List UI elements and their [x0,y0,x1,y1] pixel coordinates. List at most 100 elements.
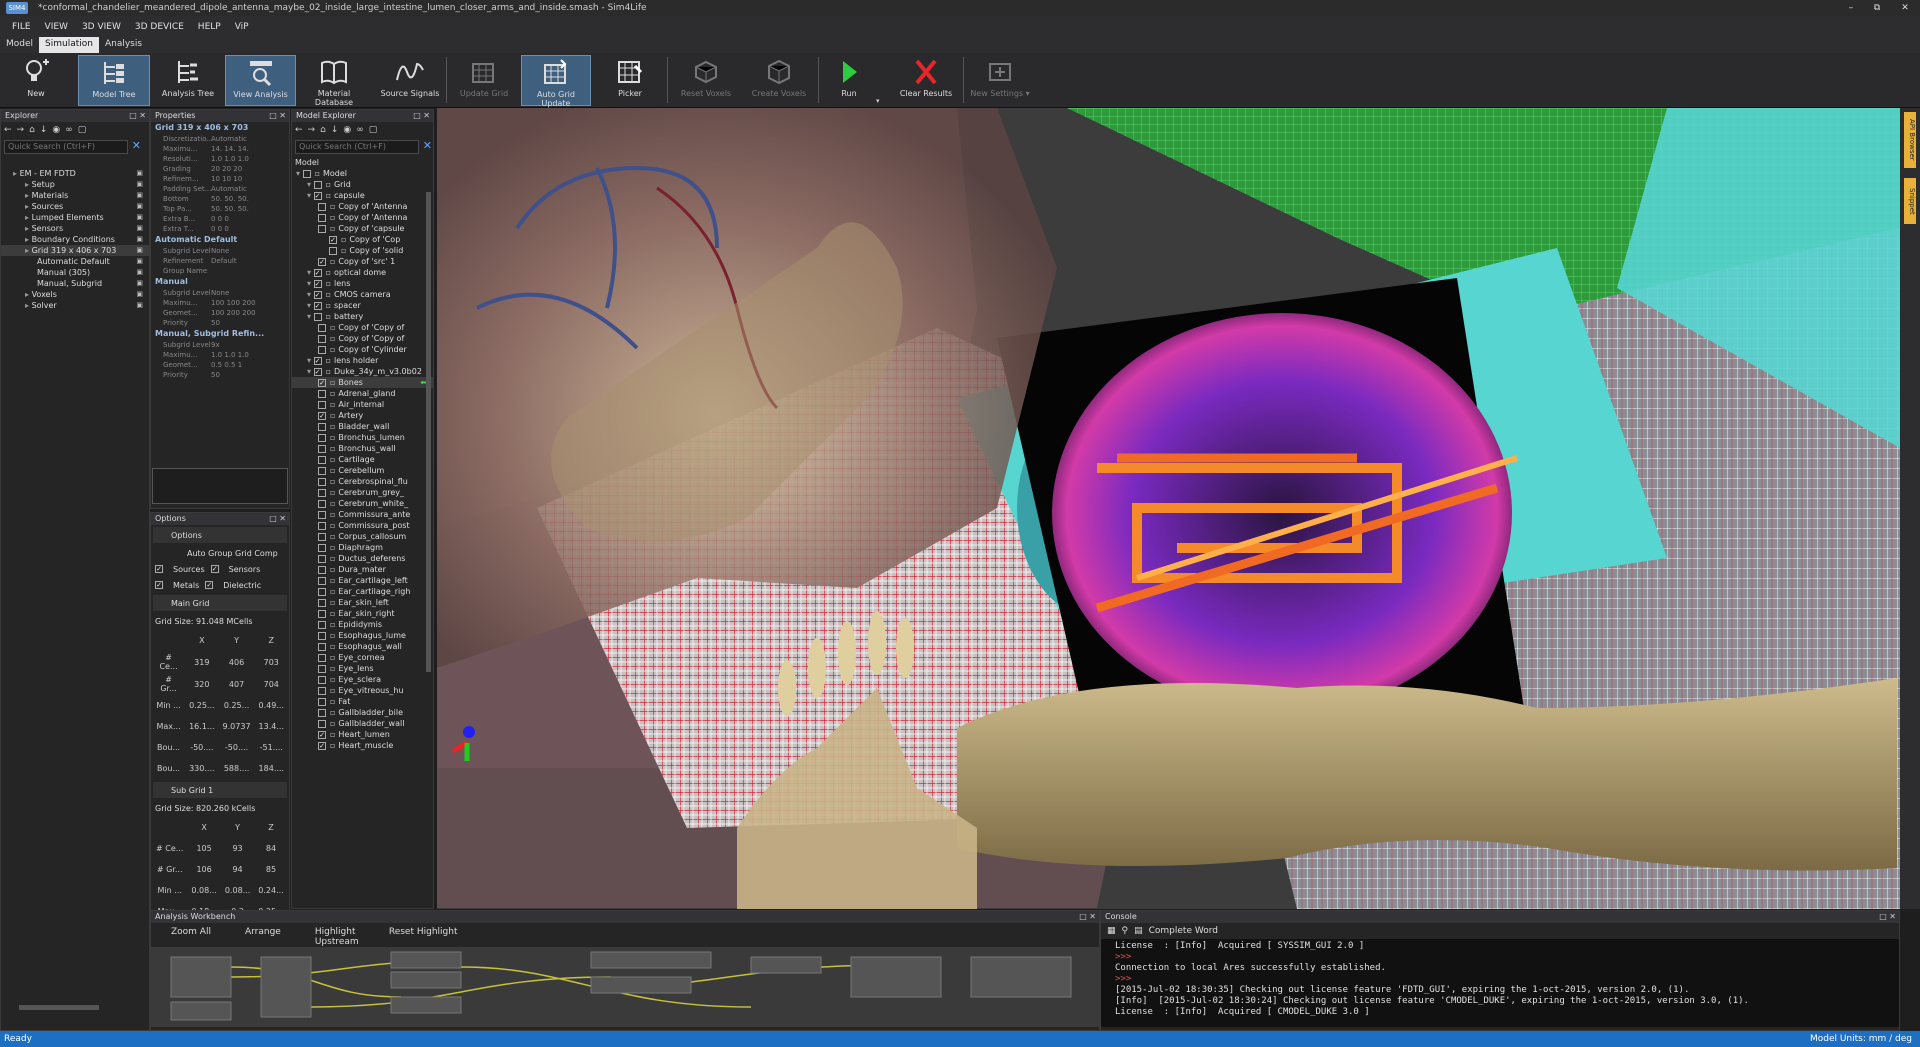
visibility-checkbox[interactable] [318,576,326,585]
update-grid-button[interactable]: Update Grid [454,55,514,106]
visibility-checkbox[interactable]: ✓ [318,411,326,420]
model-tree-item[interactable]: ▫ Copy of 'solid [292,245,433,256]
model-tree-item[interactable]: ✓ ▫ Heart_muscle [292,740,433,751]
eye-icon[interactable]: ◉ [343,125,351,135]
clear-results-button[interactable]: Clear Results [894,55,958,106]
visibility-checkbox[interactable]: ✓ [313,301,322,310]
model-tree-item[interactable]: ▫ Eye_vitreous_hu [292,685,433,696]
model-tree-item[interactable]: ▾ ✓ ▫ Duke_34y_m_v3.0b02 [292,366,433,377]
model-tree-item[interactable]: ✓ ▫ Artery [292,410,433,421]
sub-grid-section[interactable]: Sub Grid 1 [153,782,287,798]
visibility-checkbox[interactable] [318,609,326,618]
menu-3d-device[interactable]: 3D DEVICE [135,22,184,32]
visibility-checkbox[interactable] [318,697,326,706]
run-button[interactable]: Run [826,55,872,106]
model-tree-item[interactable]: ▫ Esophagus_wall [292,641,433,652]
visibility-checkbox[interactable] [318,521,326,530]
menu-file[interactable]: FILE [12,22,31,32]
lock-icon[interactable]: ▣ [136,300,143,311]
visibility-checkbox[interactable] [318,224,326,233]
view-analysis-button[interactable]: View Analysis [225,55,296,106]
visibility-checkbox[interactable] [313,312,322,321]
property-row[interactable]: Extra B... 0 0 0 [151,214,289,224]
visibility-checkbox[interactable] [318,642,326,651]
tab-model[interactable]: Model [0,37,39,53]
lock-icon[interactable]: ▣ [136,201,143,212]
visibility-checkbox[interactable] [318,565,326,574]
zoom-all-button[interactable]: Zoom All [171,927,211,943]
visibility-checkbox[interactable] [302,169,311,178]
close-icon[interactable]: □ ✕ [413,110,430,122]
model-tree-item[interactable]: ▫ Cerebrospinal_flu [292,476,433,487]
model-tree-item[interactable]: ▫ Cerebrum_grey_ [292,487,433,498]
menu-vip[interactable]: ViP [235,22,249,32]
model-tree-item[interactable]: ▫ Cerebrum_white_ [292,498,433,509]
model-tree-item[interactable]: ▾ ✓ ▫ lens holder [292,355,433,366]
tab-analysis[interactable]: Analysis [99,37,148,53]
snippet-tab[interactable]: Snippet [1904,178,1916,224]
visibility-checkbox[interactable] [318,455,326,464]
model-tree-item[interactable]: ▫ Copy of 'capsule [292,223,433,234]
source-signals-button[interactable]: Source Signals [380,55,440,106]
model-tree-item[interactable]: ▫ Esophagus_lume [292,630,433,641]
sensors-checkbox[interactable]: ✓ [210,565,219,573]
visibility-checkbox[interactable] [318,488,326,497]
property-row[interactable]: Refinement Default [151,256,289,266]
visibility-checkbox[interactable] [318,444,326,453]
model-tree-item[interactable]: ▫ Bladder_wall [292,421,433,432]
model-search-input[interactable]: Quick Search (Ctrl+F) ✕ [295,140,432,154]
visibility-checkbox[interactable]: ✓ [313,290,322,299]
visibility-checkbox[interactable] [318,554,326,563]
explorer-item[interactable]: Automatic Default ▣ [1,256,149,267]
visibility-checkbox[interactable]: ✓ [318,730,326,739]
explorer-item[interactable]: ▸ Sensors ▣ [1,223,149,234]
model-tree-item[interactable]: ▫ Copy of 'Antenna [292,201,433,212]
model-tree-item[interactable]: ▾ ✓ ▫ CMOS camera [292,289,433,300]
down-icon[interactable]: ↓ [331,125,339,135]
horizontal-scrollbar[interactable] [19,1005,99,1010]
lock-icon[interactable]: ▣ [136,278,143,289]
model-tree-item[interactable]: ▫ Cerebellum [292,465,433,476]
model-tree-item[interactable]: ▫ Gallbladder_bile [292,707,433,718]
model-tree-item[interactable]: ▫ Fat [292,696,433,707]
explorer-item[interactable]: ▸ Lumped Elements ▣ [1,212,149,223]
property-row[interactable]: Resoluti... 1.0 1.0 1.0 [151,154,289,164]
model-tree-item[interactable]: ▫ Ductus_deferens [292,553,433,564]
lock-icon[interactable]: ▣ [136,179,143,190]
lock-icon[interactable]: ▣ [136,212,143,223]
create-voxels-button[interactable]: Create Voxels [748,55,810,106]
back-icon[interactable]: ← [295,125,303,135]
menu-view[interactable]: VIEW [45,22,68,32]
visibility-checkbox[interactable] [318,675,326,684]
lock-icon[interactable]: ▣ [136,234,143,245]
forward-icon[interactable]: → [308,125,316,135]
visibility-checkbox[interactable] [318,334,326,343]
arrange-button[interactable]: Arrange [245,927,281,943]
model-tree-item[interactable]: ▾ ✓ ▫ spacer [292,300,433,311]
visibility-checkbox[interactable]: ✓ [318,378,326,387]
visibility-checkbox[interactable] [318,202,326,211]
visibility-checkbox[interactable] [318,708,326,717]
close-icon[interactable]: ✕ [1892,0,1918,16]
close-icon[interactable]: □ ✕ [269,513,286,525]
property-row[interactable]: Maximu... 100 100 200 [151,298,289,308]
model-tree-item[interactable]: ▫ Cartilage [292,454,433,465]
model-tree-item[interactable]: ▫ Eye_lens [292,663,433,674]
property-row[interactable]: Group Name [151,266,289,276]
model-tree-item[interactable]: ▫ Ear_skin_left [292,597,433,608]
property-row[interactable]: Bottom 50. 50. 50. [151,194,289,204]
home-icon[interactable]: ⌂ [320,125,326,135]
property-row[interactable]: Subgrid LevelNone [151,288,289,298]
property-row[interactable]: Priority 50 [151,318,289,328]
forward-icon[interactable]: → [17,125,25,135]
section-manual-subgrid[interactable]: Manual, Subgrid Refin... [151,328,289,340]
new-button[interactable]: New [10,55,62,106]
model-tree-item[interactable]: ▾ ✓ ▫ lens [292,278,433,289]
model-tree-item[interactable]: ▫ Epididymis [292,619,433,630]
auto-grid-update-button[interactable]: Auto Grid Update [521,55,591,108]
model-tree-item[interactable]: ▫ Diaphragm [292,542,433,553]
visibility-checkbox[interactable]: ✓ [313,268,322,277]
highlight-upstream-button[interactable]: Highlight Upstream [315,927,359,947]
model-tree-item[interactable]: ▫ Ear_cartilage_righ [292,586,433,597]
visibility-checkbox[interactable] [318,422,326,431]
